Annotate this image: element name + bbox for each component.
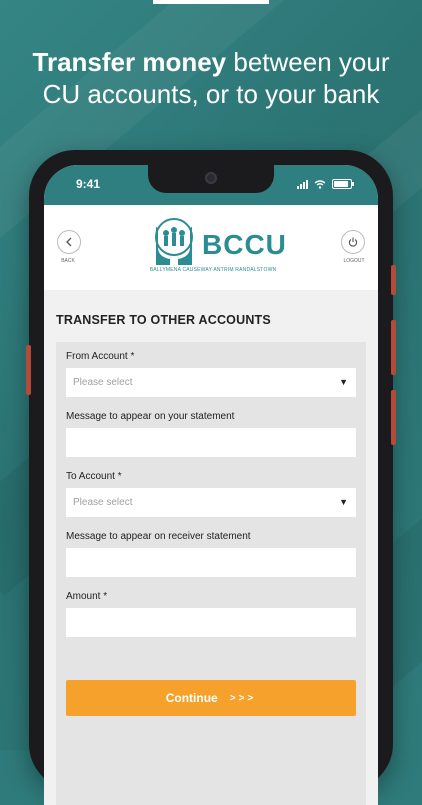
chevron-down-icon: ▼ xyxy=(339,497,348,507)
transfer-form: From Account * Please select ▼ Message t… xyxy=(56,342,366,805)
phone-side-button xyxy=(391,320,396,375)
amount-input[interactable] xyxy=(66,608,356,637)
to-account-label: To Account * xyxy=(66,471,122,482)
logo-text: BCCU xyxy=(202,229,287,260)
headline-line2: CU accounts, or to your bank xyxy=(42,79,380,109)
bccu-logo: BCCU BALLYMENA CAUSEWAY ANTRIM RANDALSTO… xyxy=(146,217,286,275)
phone-side-button xyxy=(391,265,396,295)
chevron-left-icon xyxy=(66,237,72,247)
notch xyxy=(148,165,274,193)
back-label: BACK xyxy=(61,258,75,264)
top-indicator xyxy=(153,0,269,4)
amount-label: Amount * xyxy=(66,591,108,602)
own-message-label: Message to appear on your statement xyxy=(66,411,235,422)
own-message-input[interactable] xyxy=(66,428,356,457)
phone-side-button xyxy=(26,345,31,395)
headline-bold: Transfer money xyxy=(32,47,227,77)
page-title: TRANSFER TO OTHER ACCOUNTS xyxy=(56,313,271,327)
wifi-icon xyxy=(314,180,326,189)
continue-label: Continue xyxy=(165,691,218,705)
camera-icon xyxy=(205,172,217,184)
power-icon xyxy=(348,237,358,247)
to-account-select[interactable]: Please select ▼ xyxy=(66,488,356,517)
continue-button[interactable]: Continue >>> xyxy=(66,680,356,716)
logout-label: LOGOUT xyxy=(343,258,365,264)
phone-screen: 9:41 BACK BCCU BALLYMENA CAUSEWAY ANTRIM… xyxy=(44,165,378,805)
back-button[interactable] xyxy=(57,230,81,254)
app-header: BACK BCCU BALLYMENA CAUSEWAY ANTRIM RAND… xyxy=(44,205,378,290)
from-account-placeholder: Please select xyxy=(73,377,133,388)
phone-side-button xyxy=(391,390,396,445)
logout-button[interactable] xyxy=(341,230,365,254)
headline-rest: between your xyxy=(226,47,390,77)
receiver-message-label: Message to appear on receiver statement xyxy=(66,531,251,542)
to-account-placeholder: Please select xyxy=(73,497,133,508)
status-icons xyxy=(297,179,354,189)
promo-headline: Transfer money between your CU accounts,… xyxy=(0,46,422,110)
continue-arrows-icon: >>> xyxy=(229,692,257,704)
from-account-select[interactable]: Please select ▼ xyxy=(66,368,356,397)
receiver-message-input[interactable] xyxy=(66,548,356,577)
chevron-down-icon: ▼ xyxy=(339,377,348,387)
logo-subtitle: BALLYMENA CAUSEWAY ANTRIM RANDALSTOWN xyxy=(149,267,277,273)
status-time: 9:41 xyxy=(76,177,101,191)
logo-hands-icon xyxy=(155,218,193,265)
battery-icon xyxy=(332,179,354,189)
phone-frame: 9:41 BACK BCCU BALLYMENA CAUSEWAY ANTRIM… xyxy=(26,150,396,805)
signal-icon xyxy=(297,180,308,189)
status-bar: 9:41 xyxy=(44,165,378,205)
from-account-label: From Account * xyxy=(66,351,135,362)
